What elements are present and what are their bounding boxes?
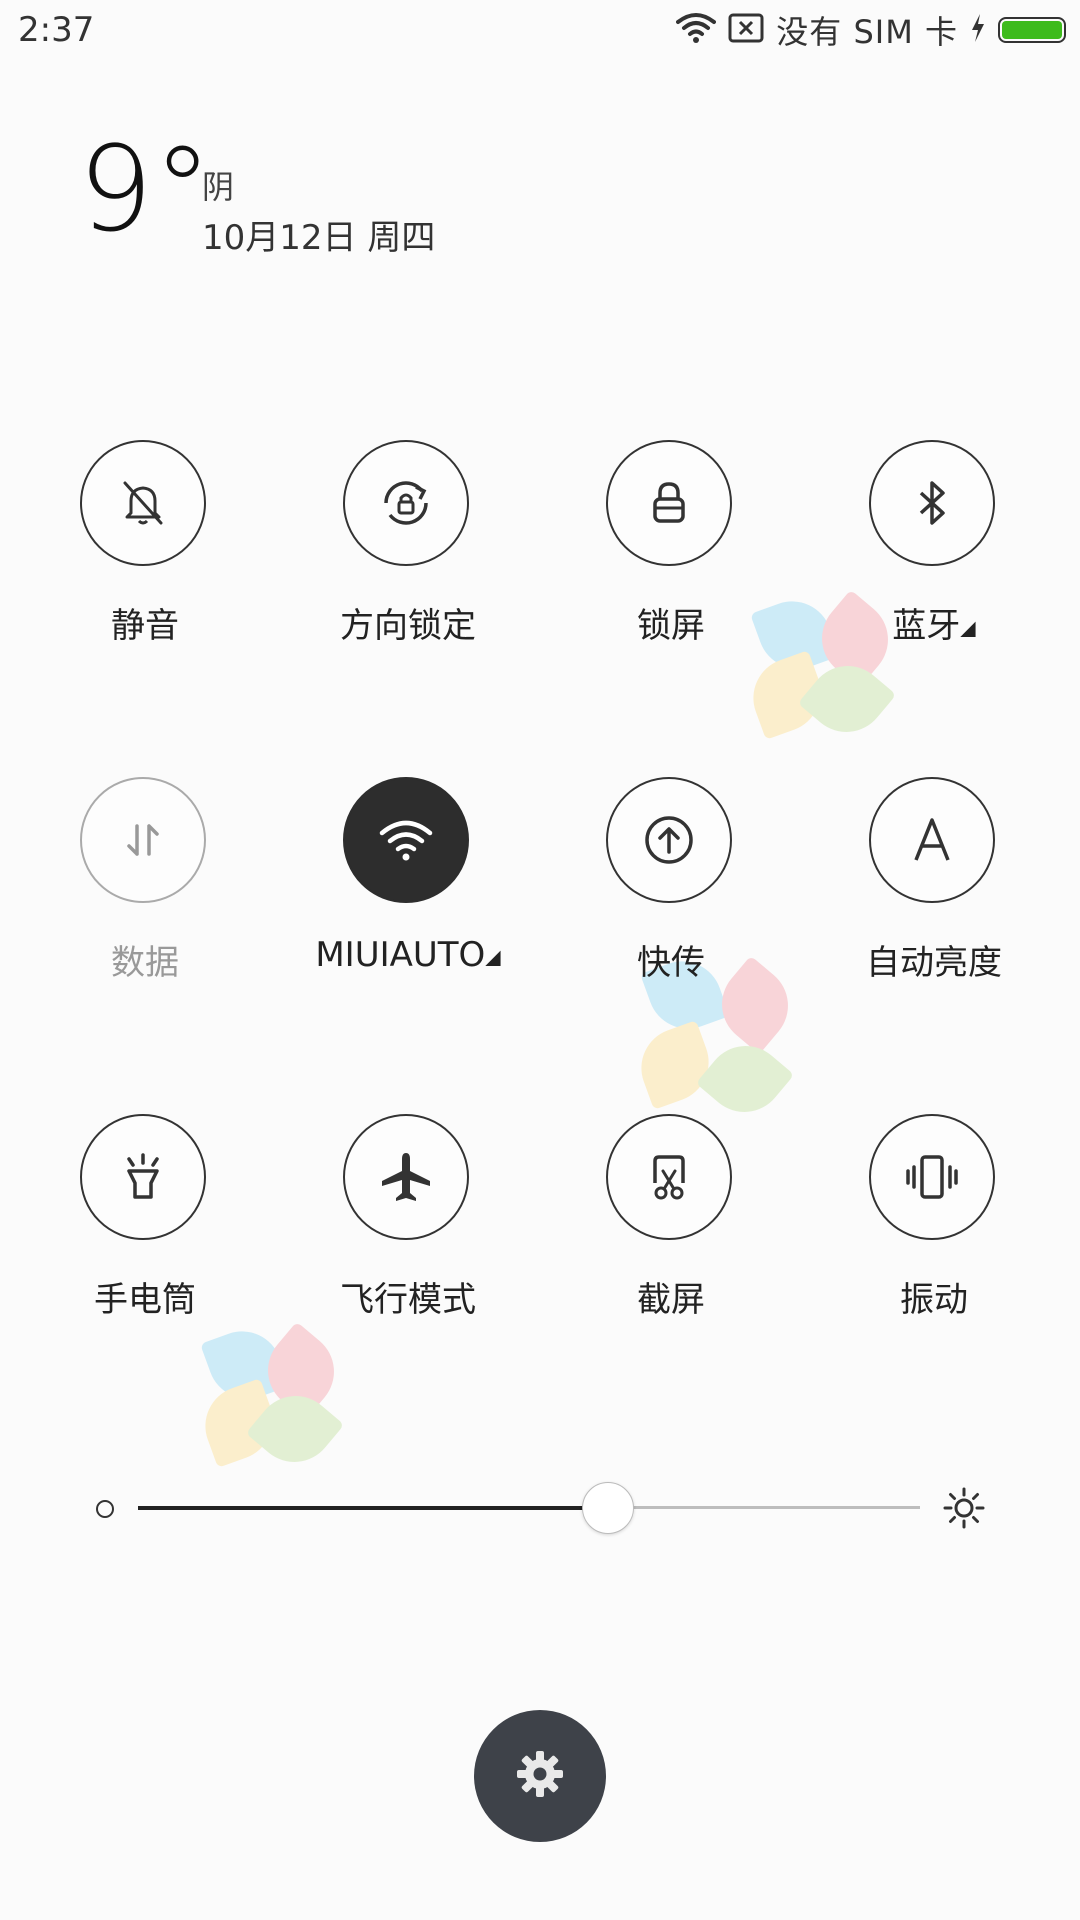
flashlight-icon[interactable] — [80, 1114, 206, 1240]
toggle-vibrate[interactable]: 振动 — [802, 1114, 1066, 1320]
gear-icon — [514, 1748, 566, 1804]
toggle-label: 飞行模式 — [340, 1280, 476, 1320]
toggle-rotation-lock[interactable]: 方向锁定 — [276, 440, 540, 646]
toggle-silent[interactable]: 静音 — [13, 440, 277, 646]
wifi-icon — [676, 12, 717, 48]
toggle-label-with-arrow: 蓝牙◢ — [802, 598, 1066, 647]
charging-icon — [970, 13, 986, 47]
status-icons: 没有 SIM 卡 — [676, 8, 1066, 52]
auto-brightness-icon[interactable] — [869, 777, 995, 903]
weather-condition: 阴 — [202, 168, 235, 206]
toggle-bluetooth[interactable]: 蓝牙◢ — [802, 440, 1066, 646]
toggle-label: 自动亮度 — [866, 943, 1002, 983]
toggle-lock-screen[interactable]: 锁屏 — [539, 440, 803, 646]
toggle-label: 静音 — [111, 606, 179, 646]
toggle-airplane-mode[interactable]: 飞行模式 — [276, 1114, 540, 1320]
notification-shade: 2:37 没有 SIM 卡 9° 阴 10月12日 周四 静音 方向锁定 锁屏 … — [0, 0, 1080, 1920]
data-icon[interactable] — [80, 777, 206, 903]
bell-off-icon[interactable] — [80, 440, 206, 566]
toggle-label: 振动 — [900, 1280, 968, 1320]
lock-icon[interactable] — [606, 440, 732, 566]
toggle-label: 快传 — [637, 943, 705, 983]
brightness-slider-thumb[interactable] — [582, 1482, 635, 1534]
wifi-icon[interactable] — [343, 777, 469, 903]
brightness-control — [92, 1478, 992, 1538]
expand-arrow-icon[interactable]: ◢ — [485, 945, 500, 969]
temperature: 9° — [78, 120, 213, 258]
toggle-label: 手电筒 — [94, 1280, 196, 1320]
screenshot-icon[interactable] — [606, 1114, 732, 1240]
toggle-quick-transfer[interactable]: 快传 — [539, 777, 803, 983]
toggle-label: MIUIAUTO — [315, 935, 486, 975]
toggle-auto-brightness[interactable]: 自动亮度 — [802, 777, 1066, 983]
toggle-label-with-arrow: MIUIAUTO◢ — [276, 935, 540, 975]
toggle-label: 数据 — [111, 943, 179, 983]
rotation-lock-icon[interactable] — [343, 440, 469, 566]
airplane-icon[interactable] — [343, 1114, 469, 1240]
toggle-label: 截屏 — [637, 1280, 705, 1320]
settings-button[interactable] — [474, 1710, 606, 1842]
weather-widget[interactable]: 9° 阴 10月12日 周四 — [78, 130, 678, 268]
toggle-label: 方向锁定 — [340, 606, 476, 646]
upload-icon[interactable] — [606, 777, 732, 903]
brightness-low-icon — [96, 1500, 114, 1518]
toggle-flashlight[interactable]: 手电筒 — [13, 1114, 277, 1320]
vibrate-icon[interactable] — [869, 1114, 995, 1240]
carrier-text: 没有 SIM 卡 — [776, 13, 958, 51]
brightness-slider-fill — [138, 1505, 608, 1510]
brightness-slider[interactable] — [138, 1482, 920, 1534]
battery-icon — [998, 17, 1066, 43]
weather-date: 10月12日 周四 — [202, 218, 436, 258]
toggle-label: 蓝牙 — [892, 606, 961, 646]
no-sim-icon — [728, 12, 764, 48]
toggle-label: 锁屏 — [637, 606, 705, 646]
bluetooth-icon[interactable] — [869, 440, 995, 566]
expand-arrow-icon[interactable]: ◢ — [960, 616, 975, 640]
toggle-wifi[interactable]: MIUIAUTO◢ — [276, 777, 540, 977]
status-bar: 2:37 没有 SIM 卡 — [0, 0, 1080, 62]
battery-level — [1002, 21, 1062, 39]
brightness-high-icon — [942, 1486, 986, 1534]
toggle-mobile-data[interactable]: 数据 — [13, 777, 277, 983]
toggle-screenshot[interactable]: 截屏 — [539, 1114, 803, 1320]
status-time: 2:37 — [18, 10, 95, 50]
